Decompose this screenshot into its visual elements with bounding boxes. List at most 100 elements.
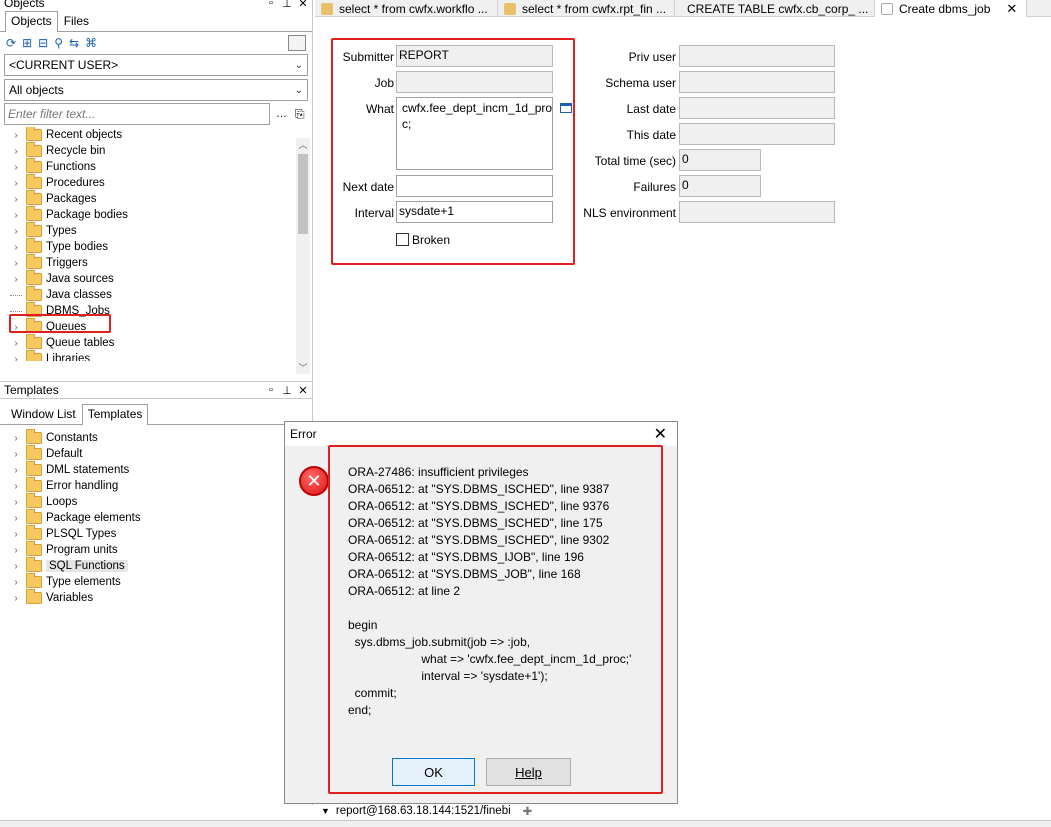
tree-item[interactable]: › Loops [0,493,312,510]
tree-item[interactable]: › Packages [0,190,312,207]
tree-item[interactable]: › Variables [0,589,312,606]
options-button[interactable] [288,35,306,51]
tree-item[interactable]: › PLSQL Types [0,525,312,542]
pin-icon[interactable]: ⊥ [282,0,292,10]
minimize-icon[interactable]: ▫ [266,384,276,397]
expand-arrow-icon[interactable]: › [10,242,22,253]
expand-arrow-icon[interactable]: › [10,497,22,508]
submitter-field[interactable]: REPORT [396,45,553,67]
expand-arrow-icon[interactable]: › [10,545,22,556]
new-filter-icon[interactable]: ⎘ [295,107,305,122]
doc-tab-2[interactable]: select * from cwfx.rpt_fin ... [498,0,675,17]
expand-arrow-icon[interactable]: › [10,146,22,157]
pin-icon[interactable]: ✚ [523,804,533,818]
tree-item-label: PLSQL Types [46,528,117,540]
tree-item[interactable]: › SQL Functions [0,557,312,574]
broken-checkbox[interactable] [396,233,409,246]
refresh-icon[interactable]: ⟳ [6,36,16,50]
tree-item[interactable]: › Recent objects [0,127,312,143]
find-icon[interactable]: ⚲ [54,36,63,50]
doc-tab-label: select * from cwfx.workflo ... [339,1,488,16]
expand-arrow-icon[interactable]: › [10,162,22,173]
close-icon[interactable]: ✕ [654,424,672,444]
expand-arrow-icon[interactable]: › [10,226,22,237]
tree-item[interactable]: › Triggers [0,254,312,271]
expand-arrow-icon[interactable]: › [10,561,22,572]
expand-arrow-icon[interactable]: › [10,513,22,524]
what-field[interactable]: cwfx.fee_dept_incm_1d_pro c; [396,97,553,170]
tree-item[interactable]: › Type elements [0,573,312,590]
dropdown-arrow-icon[interactable]: ▼ [321,806,330,816]
interval-field[interactable]: sysdate+1 [396,201,553,223]
editor-icon[interactable] [560,103,572,113]
tree-item[interactable]: › Constants [0,429,312,446]
expand-icon[interactable]: ⊞ [22,36,32,50]
close-icon[interactable]: ✕ [298,384,308,397]
expand-arrow-icon[interactable]: › [10,481,22,492]
tree-item[interactable]: › Error handling [0,477,312,494]
browse-icon[interactable]: ⌘ [85,36,97,50]
doc-tab-4[interactable]: Create dbms_job ✕ [875,0,1027,17]
tree-item[interactable]: › Java sources [0,270,312,287]
minimize-icon[interactable]: ▫ [266,0,276,10]
user-combo[interactable]: <CURRENT USER> ⌄ [4,54,308,76]
last-date-field[interactable] [679,97,835,119]
link-icon[interactable]: ⇆ [69,36,79,50]
next-date-field[interactable] [396,175,553,197]
tree-item[interactable]: › Program units [0,541,312,558]
expand-arrow-icon[interactable]: › [10,178,22,189]
scroll-thumb[interactable] [298,154,308,234]
tree-item[interactable]: › Recycle bin [0,142,312,159]
tab-objects[interactable]: Objects [5,11,58,32]
tab-templates[interactable]: Templates [81,404,149,425]
this-date-field[interactable] [679,123,835,145]
expand-arrow-icon[interactable]: › [10,449,22,460]
job-field[interactable] [396,71,553,93]
collapse-icon[interactable]: ⊟ [38,36,48,50]
tree-item[interactable]: › DML statements [0,461,312,478]
close-tab-icon[interactable]: ✕ [1006,1,1017,17]
more-icon[interactable]: … [276,108,287,120]
doc-tab-1[interactable]: select * from cwfx.workflo ... [315,0,498,17]
tab-window-list[interactable]: Window List [5,404,82,424]
expand-arrow-icon[interactable]: › [10,529,22,540]
objects-scrollbar[interactable]: ︿ ﹀ [296,138,310,374]
expand-arrow-icon[interactable]: › [10,130,22,141]
expand-arrow-icon[interactable]: › [10,338,22,349]
expand-arrow-icon[interactable]: › [10,593,22,604]
expand-arrow-icon[interactable]: › [10,274,22,285]
tab-files[interactable]: Files [58,11,95,31]
priv-user-field[interactable] [679,45,835,67]
schema-user-field[interactable] [679,71,835,93]
expand-arrow-icon[interactable]: › [10,433,22,444]
expand-arrow-icon[interactable]: › [10,465,22,476]
filter-input[interactable]: Enter filter text... [4,103,270,125]
connection-label[interactable]: report@168.63.18.144:1521/finebi [336,805,511,817]
tree-item[interactable]: › Libraries [0,350,312,362]
expand-arrow-icon[interactable]: › [10,258,22,269]
close-icon[interactable]: ✕ [298,0,308,10]
expand-arrow-icon[interactable]: › [10,577,22,588]
tree-item[interactable]: › Types [0,222,312,239]
scope-combo[interactable]: All objects ⌄ [4,79,308,101]
tree-item[interactable]: › Procedures [0,174,312,191]
document-tabs: select * from cwfx.workflo ... select * … [315,0,1051,17]
tree-item[interactable]: Java classes [0,286,312,303]
tree-item[interactable]: › Default [0,445,312,462]
doc-tab-3[interactable]: CREATE TABLE cwfx.cb_corp_ ... [675,0,875,17]
total-time-field[interactable]: 0 [679,149,761,171]
tree-item[interactable]: › Package bodies [0,206,312,223]
scroll-up-icon[interactable]: ︿ [296,138,310,151]
tree-item[interactable]: › Package elements [0,509,312,526]
expand-arrow-icon[interactable]: › [10,194,22,205]
tree-item[interactable]: › Functions [0,158,312,175]
expand-arrow-icon[interactable]: › [10,354,22,362]
expand-arrow-icon[interactable]: › [10,210,22,221]
pin-icon[interactable]: ⊥ [282,384,292,397]
scroll-down-icon[interactable]: ﹀ [296,361,310,374]
tree-item[interactable]: › Queue tables [0,334,312,351]
nls-field[interactable] [679,201,835,223]
failures-field[interactable]: 0 [679,175,761,197]
templates-panel: Templates ▫ ⊥ ✕ Window List Templates › C… [0,381,312,606]
tree-item[interactable]: › Type bodies [0,238,312,255]
